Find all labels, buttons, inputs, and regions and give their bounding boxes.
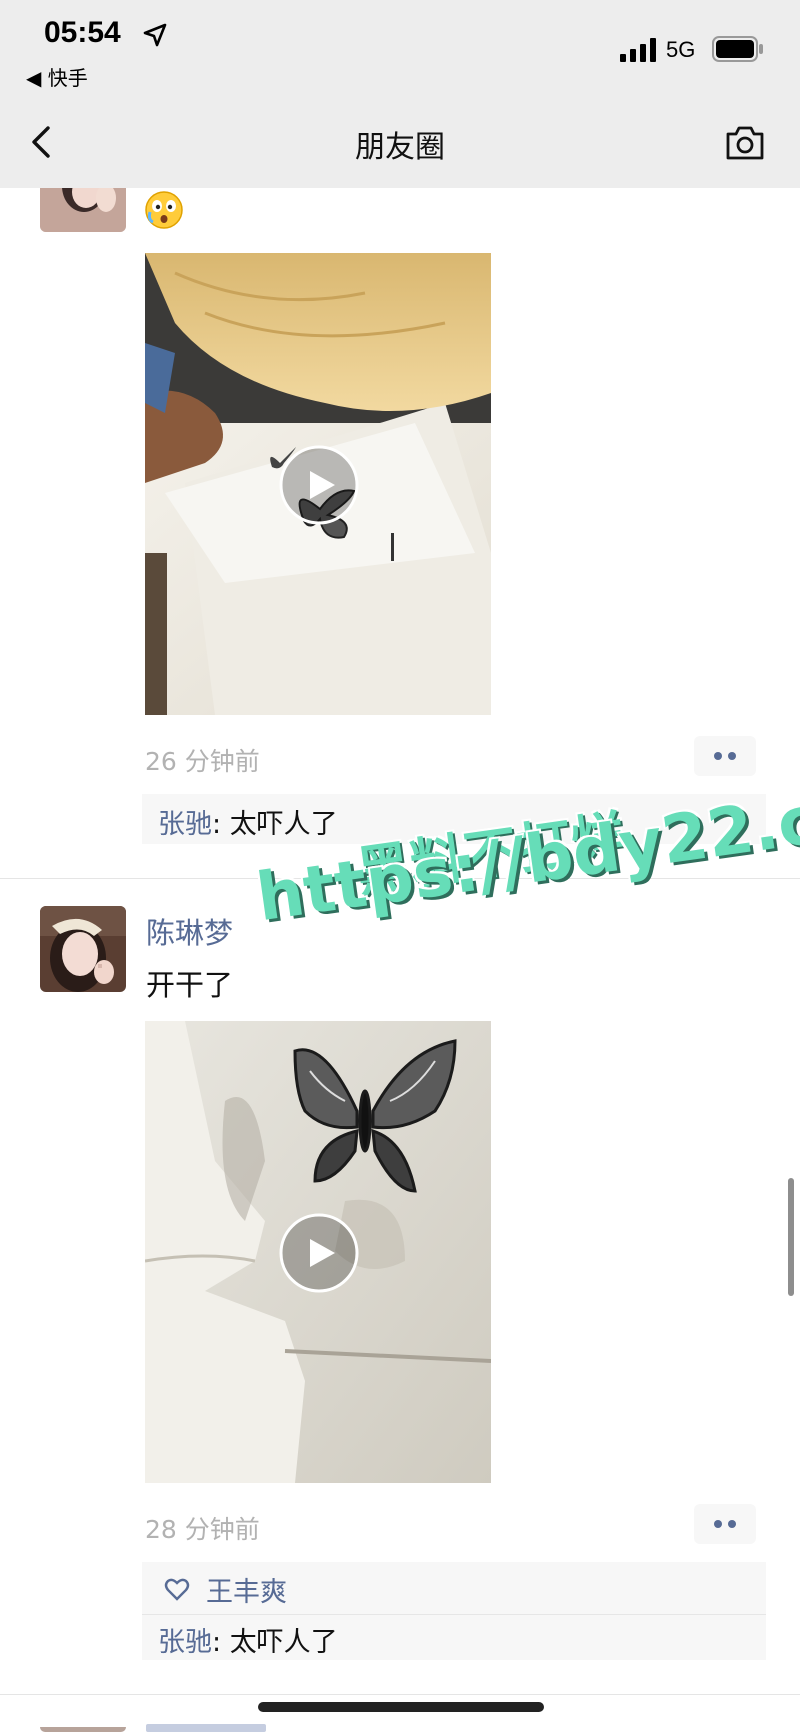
post2-timestamp: 28 分钟前 xyxy=(145,1515,260,1544)
shocked-emoji-icon xyxy=(145,191,183,229)
post3-author-name-partial xyxy=(146,1724,266,1732)
top-bar: 05:54 ◀ 快手 5G 朋友圈 xyxy=(0,0,800,188)
comment-text: 太吓人了 xyxy=(229,1627,338,1658)
comment-author[interactable]: 张驰 xyxy=(158,1627,212,1658)
post1-video[interactable] xyxy=(145,253,491,715)
post2-avatar[interactable] xyxy=(40,906,126,992)
comment-separator: : xyxy=(212,1627,230,1658)
network-type: 5G xyxy=(666,37,696,62)
battery-icon xyxy=(712,36,763,62)
comment-row[interactable]: 张驰: 太吓人了 xyxy=(158,802,338,841)
location-arrow-icon xyxy=(143,23,167,47)
comment-author[interactable]: 张驰 xyxy=(158,809,212,840)
likes-divider xyxy=(142,1614,766,1615)
play-icon[interactable] xyxy=(279,1213,359,1293)
comment-separator: : xyxy=(212,809,230,840)
post-divider xyxy=(0,1694,800,1695)
heart-icon xyxy=(164,1578,190,1601)
signal-icon xyxy=(620,38,656,62)
like-name[interactable]: 王丰爽 xyxy=(206,1577,287,1608)
moments-screen: 26 分钟前 张驰: 太吓人了 陈琳梦 开干了 28 分钟前 王丰爽 张驰: 太… xyxy=(0,0,800,1732)
post2-text: 开干了 xyxy=(146,968,234,1002)
page-title: 朋友圈 xyxy=(355,130,445,165)
post2-more-button[interactable] xyxy=(694,1504,756,1544)
comment-row[interactable]: 张驰: 太吓人了 xyxy=(158,1620,338,1659)
post2-video[interactable] xyxy=(145,1021,491,1483)
camera-icon[interactable] xyxy=(724,124,766,162)
home-indicator[interactable] xyxy=(258,1702,544,1712)
post2-interactions: 王丰爽 张驰: 太吓人了 xyxy=(142,1562,766,1660)
scrollbar[interactable] xyxy=(788,1178,794,1296)
post1-timestamp: 26 分钟前 xyxy=(145,747,260,776)
post1-more-button[interactable] xyxy=(694,736,756,776)
like-list: 王丰爽 xyxy=(206,1570,287,1609)
comment-text: 太吓人了 xyxy=(229,809,338,840)
post2-author-name[interactable]: 陈琳梦 xyxy=(146,910,233,952)
post3-avatar[interactable] xyxy=(40,1722,126,1732)
status-time: 05:54 xyxy=(44,16,121,49)
back-to-app-link[interactable]: ◀ 快手 xyxy=(26,62,88,91)
play-icon[interactable] xyxy=(279,445,359,525)
